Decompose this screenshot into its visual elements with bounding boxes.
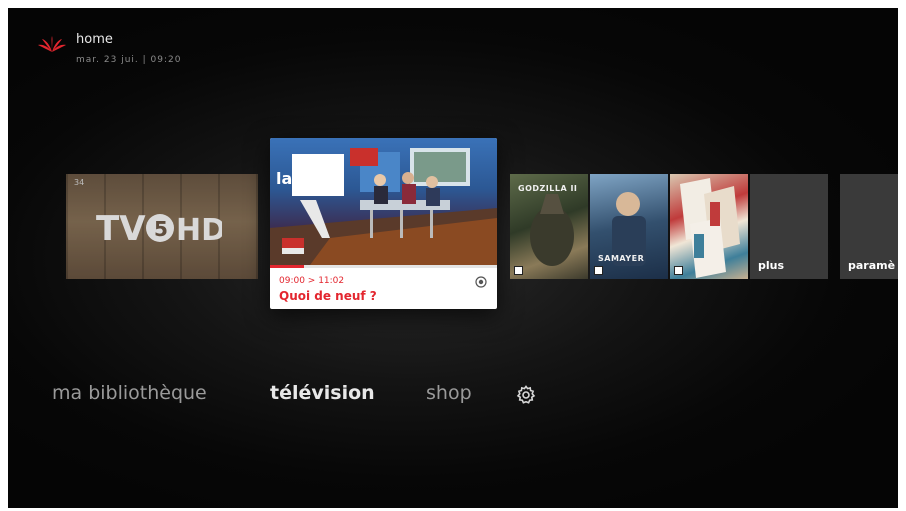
nav-item-library[interactable]: ma bibliothèque (52, 382, 207, 404)
page-title: home (76, 32, 113, 47)
tv5-logo-text-right: HD (176, 213, 222, 248)
poster-tile[interactable] (670, 174, 748, 279)
tv5-logo-text-mid: 5 (154, 217, 168, 241)
poster-artwork (612, 192, 646, 266)
poster-title: SAMAYER (598, 254, 645, 263)
poster-tile[interactable]: SAMAYER (590, 174, 668, 279)
live-program-tile[interactable]: la une 09:00 > 11:02 Quoi de neuf ? (270, 138, 497, 309)
program-progress-fill (270, 265, 305, 268)
record-icon (475, 276, 487, 288)
settings-tile[interactable]: paramè (840, 174, 898, 279)
tv-home-screen: home mar. 23 jui. | 09:20 34 TV 5 HD la … (8, 8, 898, 508)
rental-badge-icon (674, 266, 683, 275)
nav-item-television[interactable]: télévision (270, 382, 375, 404)
rental-badge-icon (594, 266, 603, 275)
program-title: Quoi de neuf ? (279, 289, 377, 303)
program-time: 09:00 > 11:02 (279, 276, 345, 286)
date-time-label: mar. 23 jui. | 09:20 (76, 55, 182, 65)
more-tile[interactable]: plus (750, 174, 828, 279)
settings-tile-label: paramè (848, 259, 896, 272)
poster-tile[interactable]: GODZILLA II (510, 174, 588, 279)
tv5monde-logo: TV 5 HD (96, 209, 222, 248)
more-tile-label: plus (758, 259, 785, 272)
channel-tile-tv5[interactable]: 34 TV 5 HD (66, 174, 258, 279)
poster-title: GODZILLA II (518, 184, 578, 193)
tv5-logo-text-left: TV (96, 209, 146, 248)
gear-icon[interactable] (516, 385, 536, 405)
channel-number: 34 (74, 178, 85, 187)
nav-item-shop[interactable]: shop (426, 382, 472, 404)
poster-artwork (680, 178, 740, 278)
flower-logo-icon (38, 36, 66, 52)
rental-badge-icon (514, 266, 523, 275)
program-progress-bar (270, 265, 497, 268)
program-thumbnail: la une (270, 138, 497, 265)
live-channel-logo-text: la une (276, 169, 332, 188)
